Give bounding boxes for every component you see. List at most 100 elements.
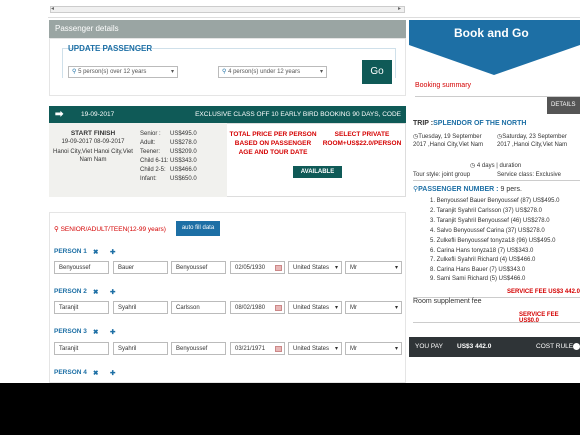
remove-person-icon[interactable]: ✖ — [93, 328, 98, 336]
calendar-icon[interactable] — [275, 305, 282, 311]
offer-strip[interactable]: ➡ 19-09-2017 EXCLUSIVE CLASS OFF 10 EARL… — [49, 106, 406, 135]
first-name-field[interactable]: Syahril — [113, 301, 168, 314]
country-select[interactable]: United States ▾ — [288, 261, 342, 274]
remove-person-icon[interactable]: ✖ — [93, 248, 98, 256]
title-value: Mr — [350, 265, 357, 271]
age-label: Infant: — [140, 176, 157, 182]
horizontal-scrollbar[interactable] — [50, 6, 405, 13]
duration: ◷ 4 days | duration — [470, 162, 521, 169]
passenger-list-item: 6. Carina Hans tonyza18 (7) US$343.0 — [430, 248, 534, 254]
details-button[interactable]: DETAILS — [547, 97, 580, 114]
divider — [413, 180, 580, 181]
you-pay-label: YOU PAY — [415, 343, 443, 350]
age-label: Child 6-11: — [140, 158, 169, 164]
passenger-list-item: 9. Sami Sami Richard (5) US$466.0 — [430, 276, 526, 282]
country-select[interactable]: United States ▾ — [288, 301, 342, 314]
chevron-down-icon: ▾ — [170, 69, 174, 75]
first-name-field[interactable]: Syahril — [113, 342, 168, 355]
arrow-right-icon: ➡ — [55, 109, 64, 120]
dob-field[interactable]: 02/05/1930 — [230, 261, 285, 274]
person-label: PERSON 3 — [54, 328, 87, 335]
scroll-left-arrow-icon[interactable]: ◂ — [51, 6, 57, 13]
scroll-right-arrow-icon[interactable]: ▸ — [398, 6, 404, 13]
country-value: United States — [293, 265, 330, 271]
age-price: US$343.0 — [170, 158, 197, 164]
booking-page: { "passenger_details": { "header": "Pass… — [0, 0, 580, 435]
trip-title: TRIP :SPLENDOR OF THE NORTH — [413, 120, 526, 127]
category-label: ⚲ SENIOR/ADULT/TEEN(12-99 years) — [54, 225, 166, 233]
calendar-icon[interactable] — [275, 265, 282, 271]
country-value: United States — [293, 346, 330, 352]
add-person-icon[interactable]: ✚ — [110, 328, 115, 336]
title-value: Mr — [350, 346, 357, 352]
chevron-down-icon: ▾ — [394, 346, 398, 352]
children-count-select[interactable]: ⚲ 4 person(s) under 12 years ▾ — [218, 66, 327, 78]
age-price: US$466.0 — [170, 167, 197, 173]
passenger-list-item: 4. Salvo Benyoussef Carina (37) US$278.0 — [430, 228, 545, 234]
private-room-option[interactable]: SELECT PRIVATE ROOM+US$22.0/PERSON — [322, 130, 402, 148]
room-supplement-label: Room supplement fee — [413, 298, 482, 305]
age-price: US$650.0 — [170, 176, 197, 182]
passenger-list-item: 3. Taranjit Syahril Benyoussef (46) US$2… — [430, 218, 550, 224]
brand-header-notch — [409, 45, 580, 75]
chevron-down-icon: ▾ — [319, 69, 323, 75]
add-person-icon[interactable]: ✚ — [110, 288, 115, 296]
title-select[interactable]: Mr ▾ — [345, 342, 402, 355]
person-row-header: PERSON 3 ✖ ✚ — [54, 328, 115, 336]
passenger-list-item: 8. Carina Hans Bauer (7) US$343.0 — [430, 267, 526, 273]
person-label: PERSON 4 — [54, 369, 87, 376]
auto-fill-button[interactable]: auto fill data — [176, 221, 220, 236]
you-pay-bar: YOU PAY US$3 442.0 COST RULE — [409, 337, 580, 357]
passenger-number-label: PASSENGER NUMBER : — [418, 186, 499, 193]
go-button[interactable]: Go — [362, 60, 392, 84]
chevron-down-icon: ▾ — [394, 265, 398, 271]
cost-rule-arrow-icon[interactable] — [573, 343, 580, 350]
duration-text: 4 days | duration — [476, 163, 522, 169]
calendar-icon[interactable] — [275, 346, 282, 352]
age-price: US$495.0 — [170, 131, 197, 137]
age-label: Teener: — [140, 149, 161, 155]
adults-count-select[interactable]: ⚲ 5 person(s) over 12 years ▾ — [68, 66, 178, 78]
total-price-note: TOTAL PRICE PER PERSON BASED ON PASSENGE… — [229, 131, 317, 156]
available-button[interactable]: AVAILABLE — [293, 166, 342, 178]
start-date: ◷Tuesday, 19 September 2017 ,Hanoi City,… — [413, 133, 493, 149]
passenger-details-header: Passenger details — [49, 20, 406, 38]
title-select[interactable]: Mr ▾ — [345, 261, 402, 274]
update-passenger-title: UPDATE PASSENGER — [68, 44, 153, 53]
country-select[interactable]: United States ▾ — [288, 342, 342, 355]
person-icon: ⚲ — [54, 226, 59, 233]
person-label: PERSON 2 — [54, 288, 87, 295]
add-person-icon[interactable]: ✚ — [110, 369, 115, 377]
passenger-list-item: 1. Benyoussef Bauer Benyoussef (87) US$4… — [430, 198, 560, 204]
dob-field[interactable]: 03/21/1971 — [230, 342, 285, 355]
person-row-header: PERSON 4 ✖ ✚ — [54, 369, 115, 377]
last-name-field[interactable]: Benyoussef — [54, 261, 109, 274]
age-label: Adult: — [140, 140, 156, 146]
remove-person-icon[interactable]: ✖ — [93, 288, 98, 296]
chevron-down-icon: ▾ — [334, 305, 338, 311]
tour-dates: 19-09-2017 08-09-2017 — [61, 139, 125, 145]
last-name-field[interactable]: Taranjit — [54, 301, 109, 314]
cost-rule-link[interactable]: COST RULE — [536, 337, 573, 357]
dob-value: 02/05/1930 — [235, 265, 266, 271]
title-select[interactable]: Mr ▾ — [345, 301, 402, 314]
middle-name-field[interactable]: Benyoussef — [171, 342, 226, 355]
remove-person-icon[interactable]: ✖ — [93, 369, 98, 377]
middle-name-field[interactable]: Carlsson — [171, 301, 226, 314]
dob-value: 03/21/1971 — [235, 346, 266, 352]
first-name-field[interactable]: Bauer — [113, 261, 168, 274]
middle-name-field[interactable]: Benyoussef — [171, 261, 226, 274]
tour-style: Tour style: joint group — [413, 172, 471, 178]
category-text: SENIOR/ADULT/TEEN(12-99 years) — [60, 226, 166, 233]
chevron-down-icon: ▾ — [394, 305, 398, 311]
brand-title: Book and Go — [454, 26, 529, 40]
trip-name: SPLENDOR OF THE NORTH — [433, 120, 527, 127]
start-date-text: Tuesday, 19 September 2017 ,Hanoi City,V… — [413, 134, 484, 148]
add-person-icon[interactable]: ✚ — [110, 248, 115, 256]
tour-cities: Hanoi City,Viet Hanoi City,Viet Nam Nam — [53, 149, 133, 163]
age-label: Senior : — [140, 131, 161, 137]
last-name-field[interactable]: Taranjit — [54, 342, 109, 355]
dob-field[interactable]: 08/02/1980 — [230, 301, 285, 314]
age-price: US$278.0 — [170, 140, 197, 146]
adults-count-value: 5 person(s) over 12 years — [78, 69, 147, 75]
